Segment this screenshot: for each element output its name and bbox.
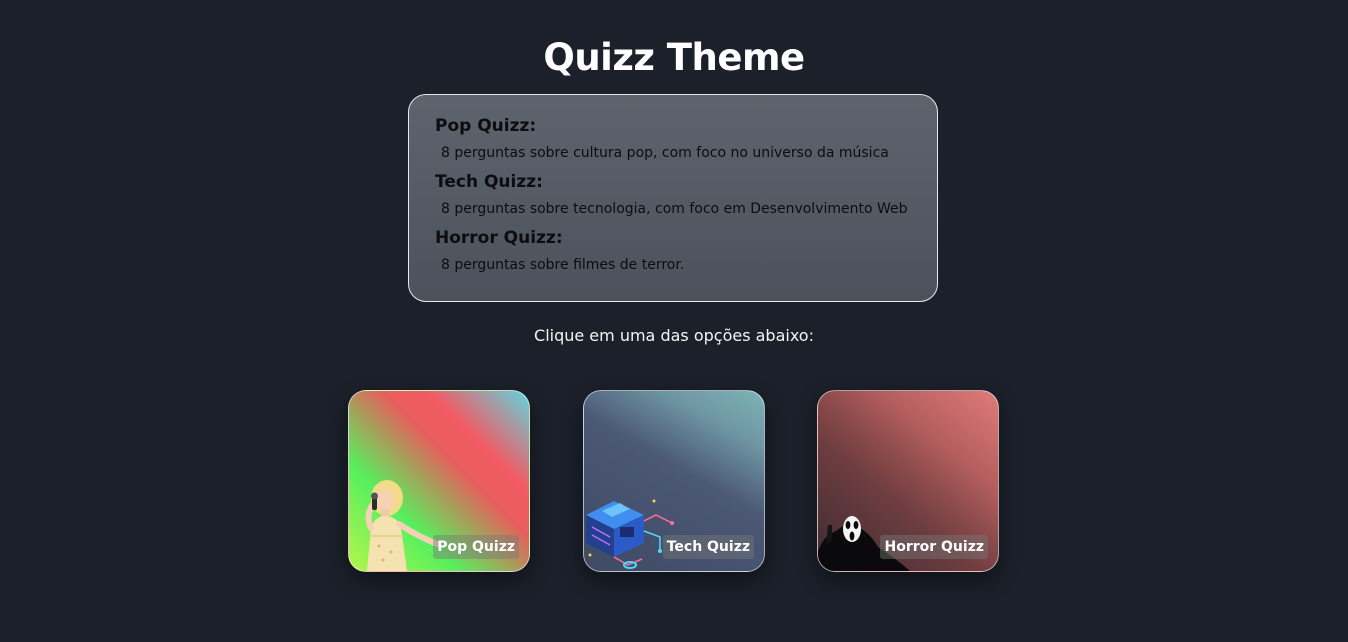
pop-quiz-card-label: Pop Quizz [433, 535, 519, 559]
instruction-text: Clique em uma das opções abaixo: [534, 326, 814, 345]
circuit-cube-icon [586, 499, 674, 569]
tech-quiz-card-label: Tech Quizz [662, 535, 754, 559]
pop-quiz-info-description: 8 perguntas sobre cultura pop, com foco … [441, 145, 889, 161]
tech-quiz-info-description: 8 perguntas sobre tecnologia, com foco e… [441, 201, 908, 217]
quiz-info-panel: Pop Quizz: 8 perguntas sobre cultura pop… [408, 94, 938, 302]
tech-quiz-info-title: Tech Quizz: [435, 172, 543, 192]
horror-quiz-info-description: 8 perguntas sobre filmes de terror. [441, 257, 685, 273]
horror-quiz-info-title: Horror Quizz: [435, 228, 563, 248]
pop-quiz-card[interactable]: Pop Quizz [348, 390, 530, 572]
tech-quiz-card[interactable]: Tech Quizz [583, 390, 765, 572]
quiz-theme-page: Quizz Theme Pop Quizz: 8 perguntas sobre… [0, 0, 1348, 642]
horror-quiz-card-label: Horror Quizz [880, 535, 988, 559]
horror-quiz-card[interactable]: Horror Quizz [817, 390, 999, 572]
pop-quiz-info-title: Pop Quizz: [435, 116, 537, 136]
page-title: Quizz Theme [543, 36, 805, 79]
